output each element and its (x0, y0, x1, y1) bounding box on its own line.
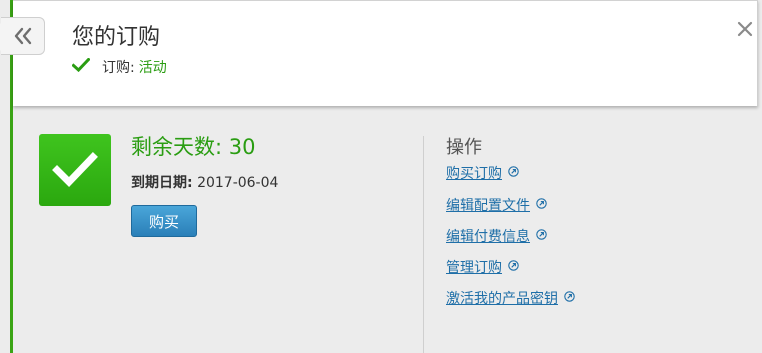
action-label: 管理订购 (446, 260, 502, 276)
subscription-panel: 您的订购 订购: 活动 剩余天数: 30 到期日期: 2017-06-04 购买… (0, 0, 762, 353)
expiry-value: 2017-06-04 (197, 175, 279, 191)
action-label: 编辑配置文件 (446, 198, 530, 214)
vertical-divider (423, 136, 424, 353)
status-value: 活动 (138, 60, 167, 76)
double-chevron-left-icon (14, 27, 31, 45)
action-label: 购买订购 (446, 166, 502, 182)
external-link-icon (564, 290, 575, 306)
action-edit-profile[interactable]: 编辑配置文件 (446, 195, 547, 215)
expiry-label: 到期日期: (131, 175, 193, 191)
remaining-days-value: 30 (228, 135, 256, 159)
action-buy-subscription[interactable]: 购买订购 (446, 163, 519, 183)
page-title: 您的订购 (72, 25, 161, 50)
action-activate-product-key[interactable]: 激活我的产品密钥 (446, 288, 575, 308)
action-label: 编辑付费信息 (446, 229, 530, 245)
remaining-days-label: 剩余天数: (131, 135, 223, 159)
external-link-icon (508, 259, 519, 275)
active-status-icon (39, 134, 111, 206)
check-icon (52, 152, 98, 188)
back-button[interactable] (0, 17, 45, 55)
remaining-days: 剩余天数: 30 (131, 131, 256, 161)
actions-heading: 操作 (446, 137, 482, 158)
status-label: 订购: (102, 60, 135, 76)
action-manage-subscription[interactable]: 管理订购 (446, 257, 519, 277)
header: 您的订购 订购: 活动 (13, 0, 758, 106)
close-button[interactable] (734, 18, 756, 40)
close-icon (737, 21, 753, 37)
external-link-icon (508, 165, 519, 181)
check-icon (71, 57, 91, 76)
action-edit-payment[interactable]: 编辑付费信息 (446, 226, 547, 246)
expiry-date: 到期日期: 2017-06-04 (131, 172, 278, 192)
buy-button[interactable]: 购买 (131, 205, 197, 237)
subscription-status: 订购: 活动 (71, 57, 167, 77)
action-label: 激活我的产品密钥 (446, 291, 558, 307)
external-link-icon (536, 197, 547, 213)
external-link-icon (536, 228, 547, 244)
